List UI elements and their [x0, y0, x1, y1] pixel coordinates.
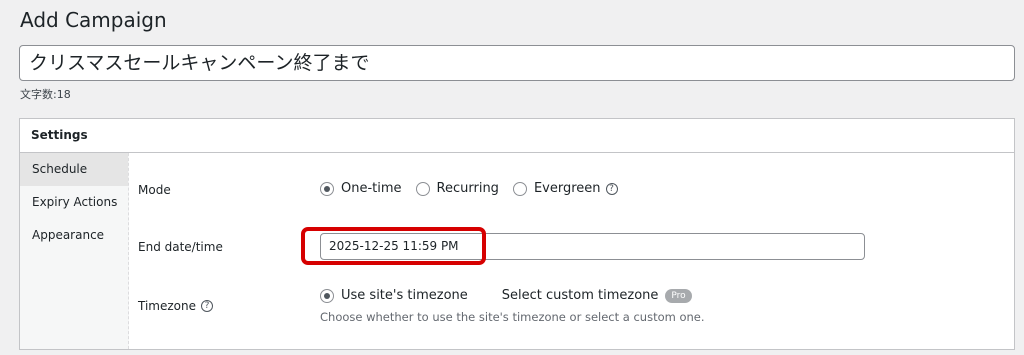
radio-checked-icon [320, 181, 334, 196]
tz-site-radio[interactable]: Use site's timezone [320, 288, 468, 303]
campaign-title-input[interactable]: クリスマスセールキャンペーン終了まで [19, 45, 1015, 81]
tab-expiry-actions[interactable]: Expiry Actions [20, 186, 128, 219]
tab-appearance[interactable]: Appearance [20, 219, 128, 252]
mode-label: Mode [138, 183, 171, 197]
tz-custom-option[interactable]: Select custom timezone Pro [502, 288, 692, 303]
mode-recurring-label: Recurring [436, 181, 499, 196]
timezone-label-group: Timezone ? [138, 299, 213, 313]
radio-unchecked-icon [512, 181, 527, 196]
page-title: Add Campaign [20, 8, 167, 32]
timezone-radio-group: Use site's timezone Select custom timezo… [320, 288, 692, 303]
settings-tabs: Schedule Expiry Actions Appearance [20, 153, 129, 349]
settings-header: Settings [20, 119, 1014, 153]
mode-radio-group: One-time Recurring Evergreen ? [320, 181, 618, 196]
tz-custom-label: Select custom timezone [501, 288, 659, 303]
tab-schedule[interactable]: Schedule [20, 153, 128, 186]
tz-site-label: Use site's timezone [341, 288, 468, 303]
help-icon[interactable]: ? [605, 182, 618, 195]
mode-evergreen-label: Evergreen [533, 181, 601, 196]
mode-evergreen-radio[interactable]: Evergreen [512, 181, 601, 196]
char-count: 文字数:18 [20, 88, 71, 101]
settings-panel: Settings Schedule Expiry Actions Appeara… [19, 118, 1015, 350]
highlight-box [301, 227, 486, 265]
timezone-label: Timezone [138, 299, 196, 313]
radio-unchecked-icon [415, 181, 430, 196]
help-icon[interactable]: ? [201, 300, 213, 312]
end-date-label: End date/time [138, 240, 223, 254]
mode-one-time-label: One-time [341, 181, 402, 196]
mode-one-time-radio[interactable]: One-time [320, 181, 402, 196]
radio-checked-icon [320, 288, 334, 303]
timezone-description: Choose whether to use the site's timezon… [320, 310, 705, 324]
pro-badge: Pro [665, 288, 692, 303]
mode-recurring-radio[interactable]: Recurring [415, 181, 499, 196]
